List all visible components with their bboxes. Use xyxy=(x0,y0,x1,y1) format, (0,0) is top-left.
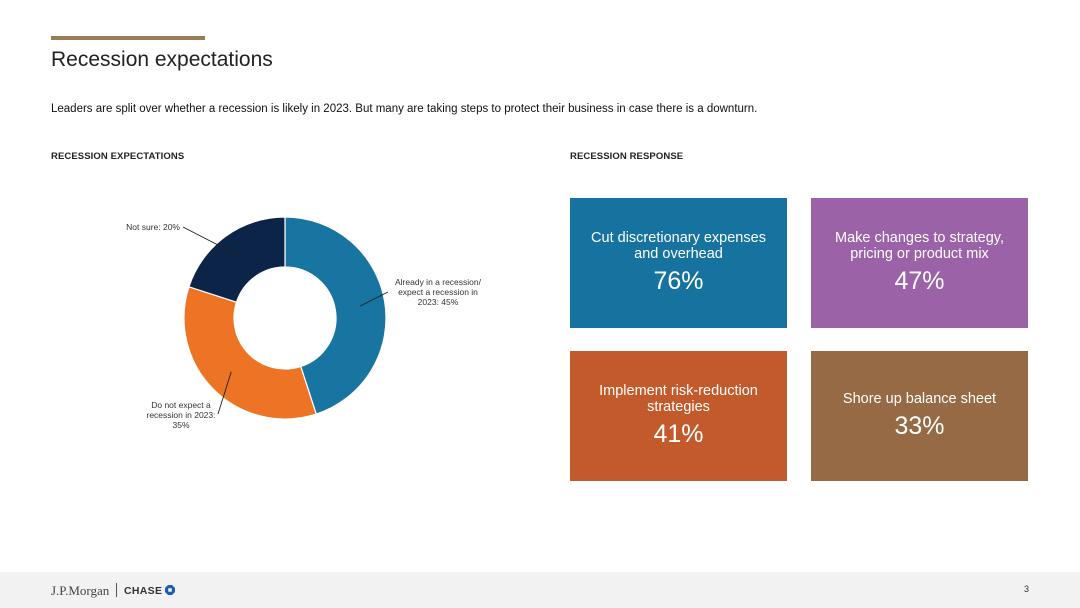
chase-octagon-icon xyxy=(165,585,175,595)
section-label-response: RECESSION RESPONSE xyxy=(570,151,684,162)
page-number: 3 xyxy=(1023,584,1029,594)
tile-value: 41% xyxy=(653,420,704,448)
response-tile-balance-sheet: Shore up balance sheet 33% xyxy=(811,351,1028,481)
tile-label: Implement risk-reduction strategies xyxy=(599,383,758,415)
tile-value: 76% xyxy=(653,267,704,295)
donut-chart: Already in a recession/expect a recessio… xyxy=(126,216,482,430)
slice-label: Already in a recession/expect a recessio… xyxy=(395,277,482,307)
logo-separator xyxy=(116,583,117,597)
slice-label: Do not expect a recession in 2023: 35% xyxy=(147,400,216,430)
footer: J.P.Morgan CHASE 3 xyxy=(0,572,1080,608)
response-tile-risk-reduction: Implement risk-reduction strategies 41% xyxy=(570,351,787,481)
slice-label: Not sure: 20% xyxy=(126,222,180,232)
slice-not-sure xyxy=(188,216,286,303)
donut-slices xyxy=(183,216,387,420)
response-tile-strategy-changes: Make changes to strategy, pricing or pro… xyxy=(811,198,1028,328)
tile-label: Cut discretionary expenses and overhead xyxy=(591,230,766,262)
chase-logo: CHASE xyxy=(124,585,163,597)
tile-label: Make changes to strategy, pricing or pro… xyxy=(835,230,1004,262)
tile-label: Shore up balance sheet xyxy=(842,391,997,407)
tile-value: 33% xyxy=(894,412,945,440)
tile-value: 47% xyxy=(894,267,945,295)
jpmorgan-logo: J.P.Morgan xyxy=(51,583,110,598)
response-tile-cut-expenses: Cut discretionary expenses and overhead … xyxy=(570,198,787,328)
